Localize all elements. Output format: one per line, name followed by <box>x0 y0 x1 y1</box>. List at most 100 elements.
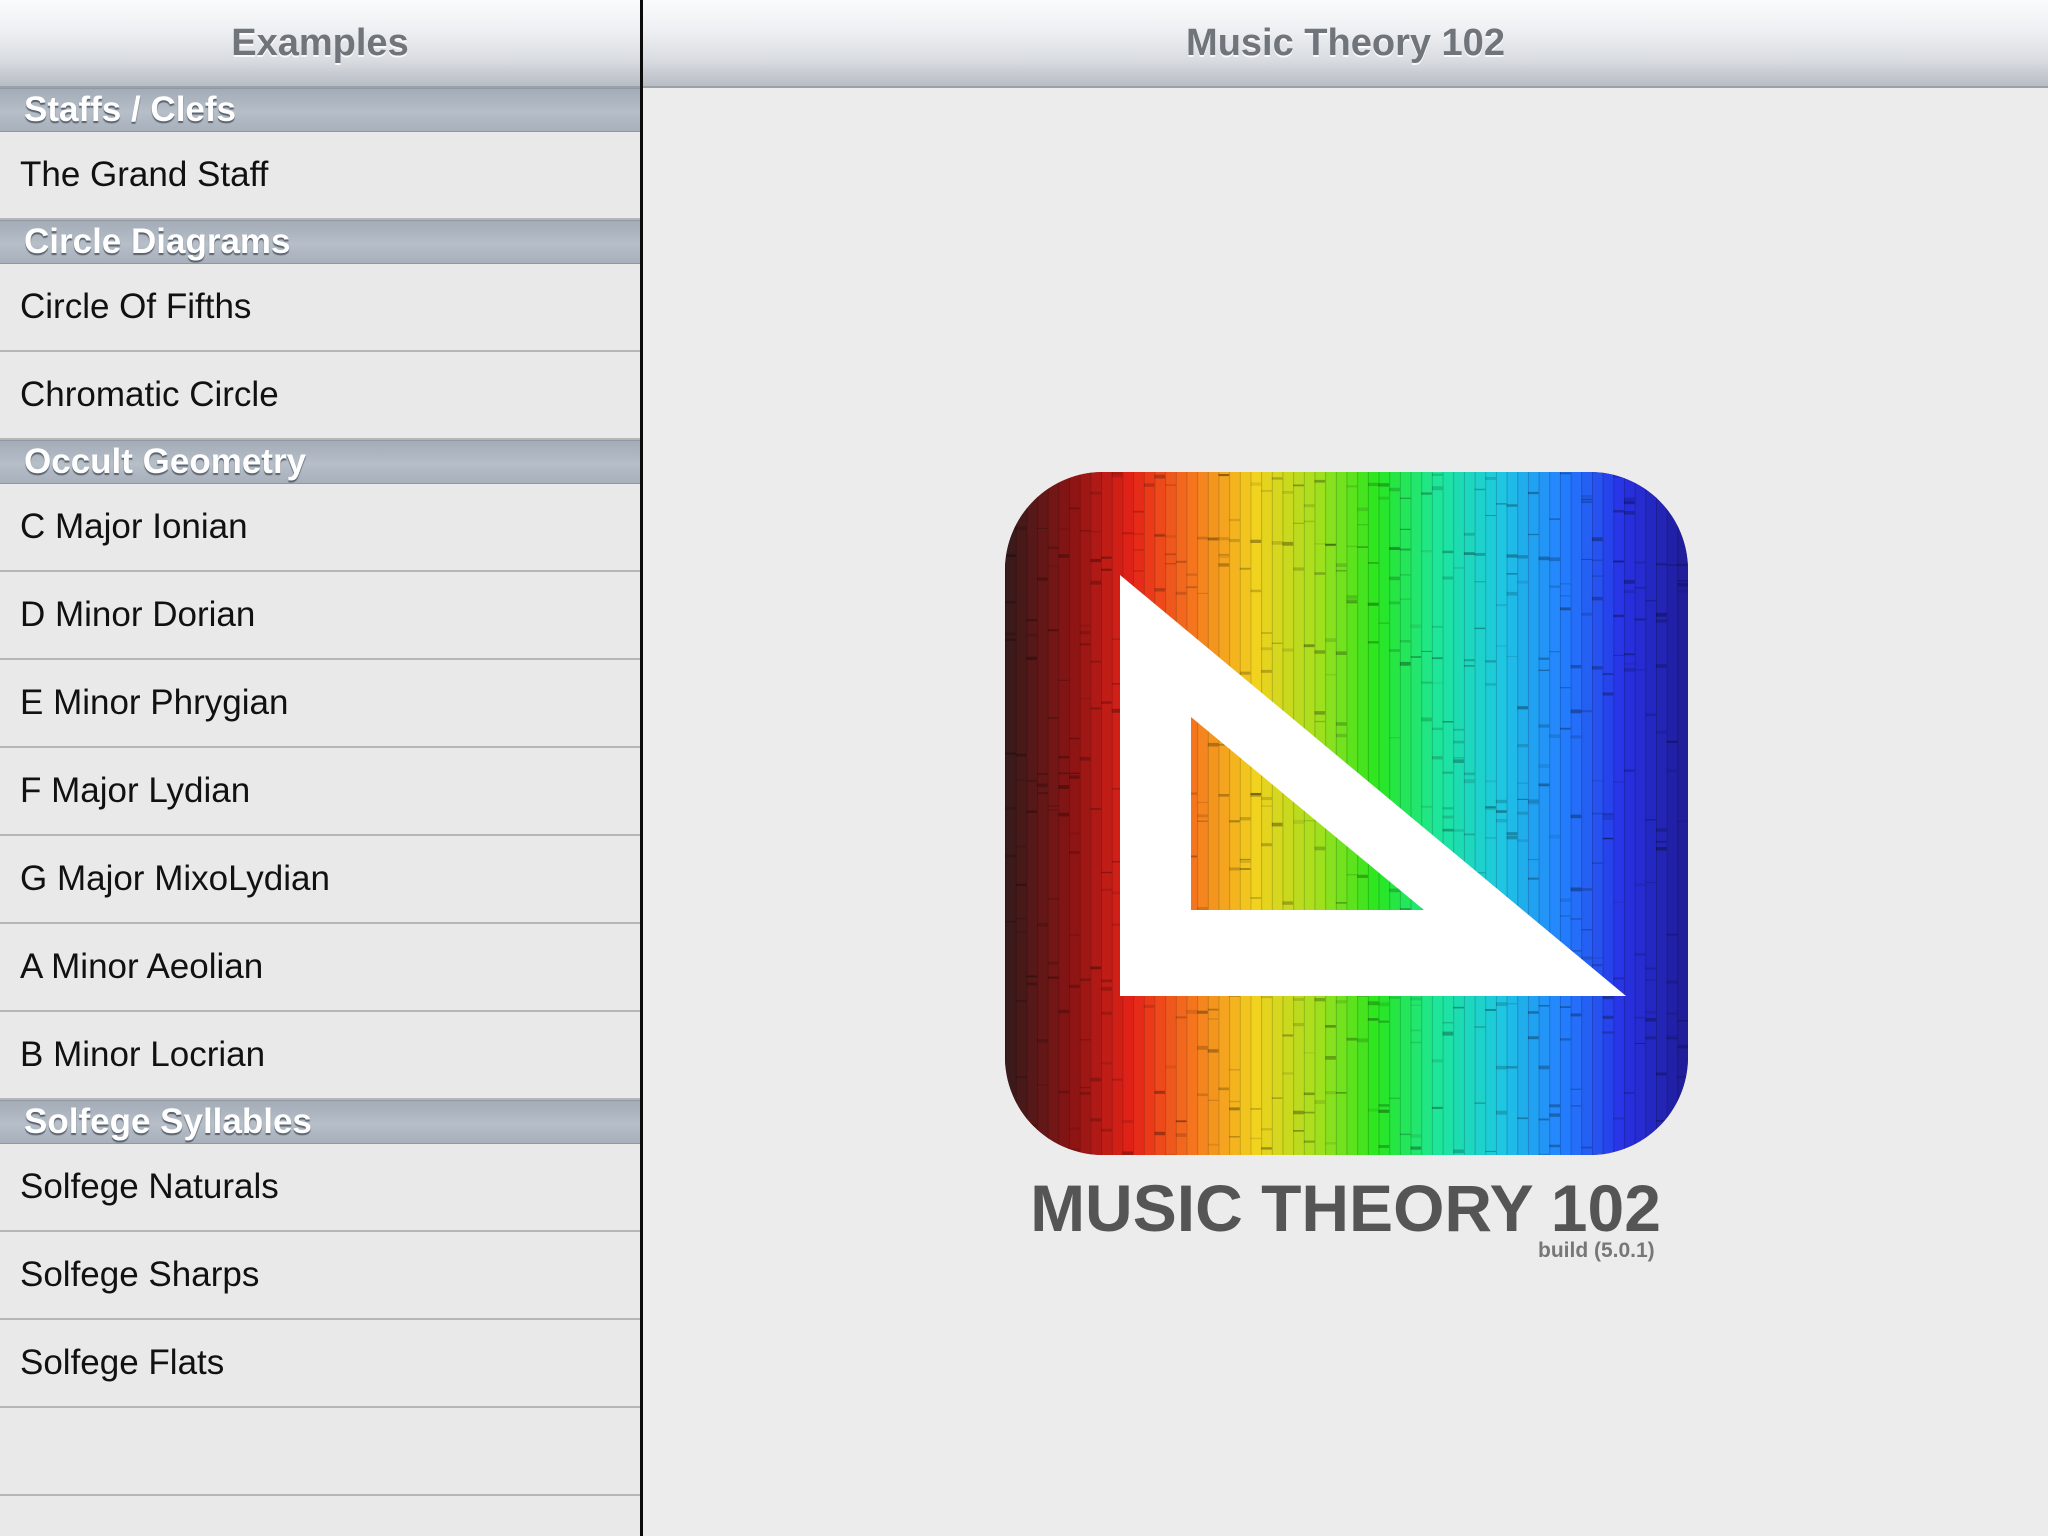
logo-speckle <box>1538 669 1550 671</box>
logo-speckle <box>1495 1002 1507 1006</box>
list-item-the-grand-staff[interactable]: The Grand Staff <box>0 132 640 220</box>
logo-speckle <box>1079 978 1091 981</box>
logo-speckle <box>1538 556 1550 561</box>
list-item-a-minor-aeolian[interactable]: A Minor Aeolian <box>0 924 640 1012</box>
logo-stripe <box>1197 472 1209 1155</box>
logo-stripe <box>1495 472 1508 1155</box>
logo-speckle <box>1645 1010 1656 1014</box>
logo-speckle <box>1463 772 1475 776</box>
logo-speckle <box>1421 550 1432 553</box>
logo-speckle <box>1602 1031 1614 1034</box>
logo-speckle <box>1645 1147 1656 1151</box>
logo-speckle <box>1463 665 1475 667</box>
logo-speckle <box>1069 851 1080 854</box>
logo-speckle <box>1591 957 1603 959</box>
list-item-c-major-ionian[interactable]: C Major Ionian <box>0 484 640 572</box>
logo-speckle <box>1303 1052 1315 1054</box>
list-item-solfege-naturals[interactable]: Solfege Naturals <box>0 1144 640 1232</box>
logo-speckle <box>1250 897 1262 899</box>
logo-stripe <box>1239 472 1252 1155</box>
logo-stripe <box>1559 472 1572 1155</box>
logo-speckle <box>1453 1149 1464 1154</box>
logo-speckle <box>1122 532 1134 535</box>
logo-stripe <box>1410 472 1422 1155</box>
logo-speckle <box>1229 518 1240 522</box>
logo-speckle <box>1634 669 1646 671</box>
logo-stripe <box>1026 472 1038 1155</box>
logo-speckle <box>1207 1099 1219 1101</box>
logo-speckle <box>1090 491 1102 495</box>
logo-speckle <box>1474 488 1486 491</box>
logo-speckle <box>1559 1006 1571 1008</box>
list-item-circle-of-fifths[interactable]: Circle Of Fifths <box>0 264 640 352</box>
logo-stripe-separator <box>1069 472 1071 1155</box>
logo-speckle <box>1517 580 1528 584</box>
logo-speckle <box>1517 706 1528 710</box>
logo-speckle <box>1239 858 1251 861</box>
logo-speckle <box>1197 592 1208 594</box>
sidebar: Examples Staffs / Clefs The Grand Staff … <box>0 0 640 1536</box>
logo-speckle <box>1101 556 1112 559</box>
list-item-g-major-mixolydian[interactable]: G Major MixoLydian <box>0 836 640 924</box>
logo-speckle <box>1111 474 1123 478</box>
logo-speckle <box>1357 546 1368 548</box>
logo-speckle <box>1239 868 1251 870</box>
logo-speckle <box>1655 1072 1667 1076</box>
logo-speckle <box>1591 596 1603 601</box>
logo-speckle <box>1581 612 1592 616</box>
logo-speckle <box>1645 819 1656 821</box>
logo-speckle <box>1261 843 1272 847</box>
logo-stripe <box>1474 472 1486 1155</box>
logo-speckle <box>1431 1059 1443 1063</box>
list-item-d-minor-dorian[interactable]: D Minor Dorian <box>0 572 640 660</box>
logo-speckle <box>1463 552 1475 555</box>
logo-speckle <box>1421 717 1432 722</box>
list-item-label: E Minor Phrygian <box>20 683 289 722</box>
logo-speckle <box>1634 476 1646 480</box>
logo-speckle <box>1325 1025 1336 1028</box>
logo-speckle <box>1197 1010 1208 1014</box>
list-item-e-minor-phrygian[interactable]: E Minor Phrygian <box>0 660 640 748</box>
logo-stripe <box>1271 472 1284 1155</box>
list-item-b-minor-locrian[interactable]: B Minor Locrian <box>0 1012 640 1100</box>
logo-speckle <box>1463 833 1475 836</box>
logo-speckle <box>1271 541 1283 545</box>
logo-speckle <box>1474 627 1486 630</box>
list-item-label: G Major MixoLydian <box>20 859 330 898</box>
logo-speckle <box>1005 638 1016 641</box>
logo-speckle <box>1015 917 1027 920</box>
logo-speckle <box>1026 633 1038 637</box>
list-item-f-major-lydian[interactable]: F Major Lydian <box>0 748 640 836</box>
list-item-solfege-flats[interactable]: Solfege Flats <box>0 1320 640 1408</box>
logo-speckle <box>1037 577 1048 581</box>
logo-speckle <box>1581 888 1592 891</box>
logo-speckle <box>1037 773 1048 775</box>
logo-speckle <box>1666 980 1678 984</box>
logo-speckle <box>1314 543 1326 545</box>
logo-speckle <box>1026 810 1038 813</box>
logo-stripe <box>1442 472 1454 1155</box>
logo-speckle <box>1133 510 1144 513</box>
logo-stripe-separator <box>1037 472 1039 1155</box>
logo-speckle <box>1549 834 1560 839</box>
logo-speckle <box>1101 1128 1112 1132</box>
logo-speckle <box>1293 522 1304 524</box>
logo-speckle <box>1527 859 1539 861</box>
logo-speckle <box>1101 1062 1112 1065</box>
logo-speckle <box>1655 619 1667 623</box>
examples-list[interactable]: Staffs / Clefs The Grand Staff Circle Di… <box>0 88 640 1536</box>
logo-speckle <box>1495 810 1507 813</box>
logo-speckle <box>1239 861 1251 863</box>
list-item-solfege-sharps[interactable]: Solfege Sharps <box>0 1232 640 1320</box>
logo-speckle <box>1218 563 1230 567</box>
logo-speckle <box>1677 583 1688 587</box>
logo-speckle <box>1410 1146 1422 1150</box>
logo-stripe <box>1090 472 1102 1155</box>
logo-speckle <box>1303 820 1315 822</box>
logo-stripe <box>1538 472 1550 1155</box>
logo-stripe <box>1261 472 1273 1155</box>
list-item-chromatic-circle[interactable]: Chromatic Circle <box>0 352 640 440</box>
logo-stripe-separator <box>1250 472 1252 1155</box>
logo-stripe <box>1655 472 1668 1155</box>
logo-speckle <box>1037 1039 1048 1043</box>
